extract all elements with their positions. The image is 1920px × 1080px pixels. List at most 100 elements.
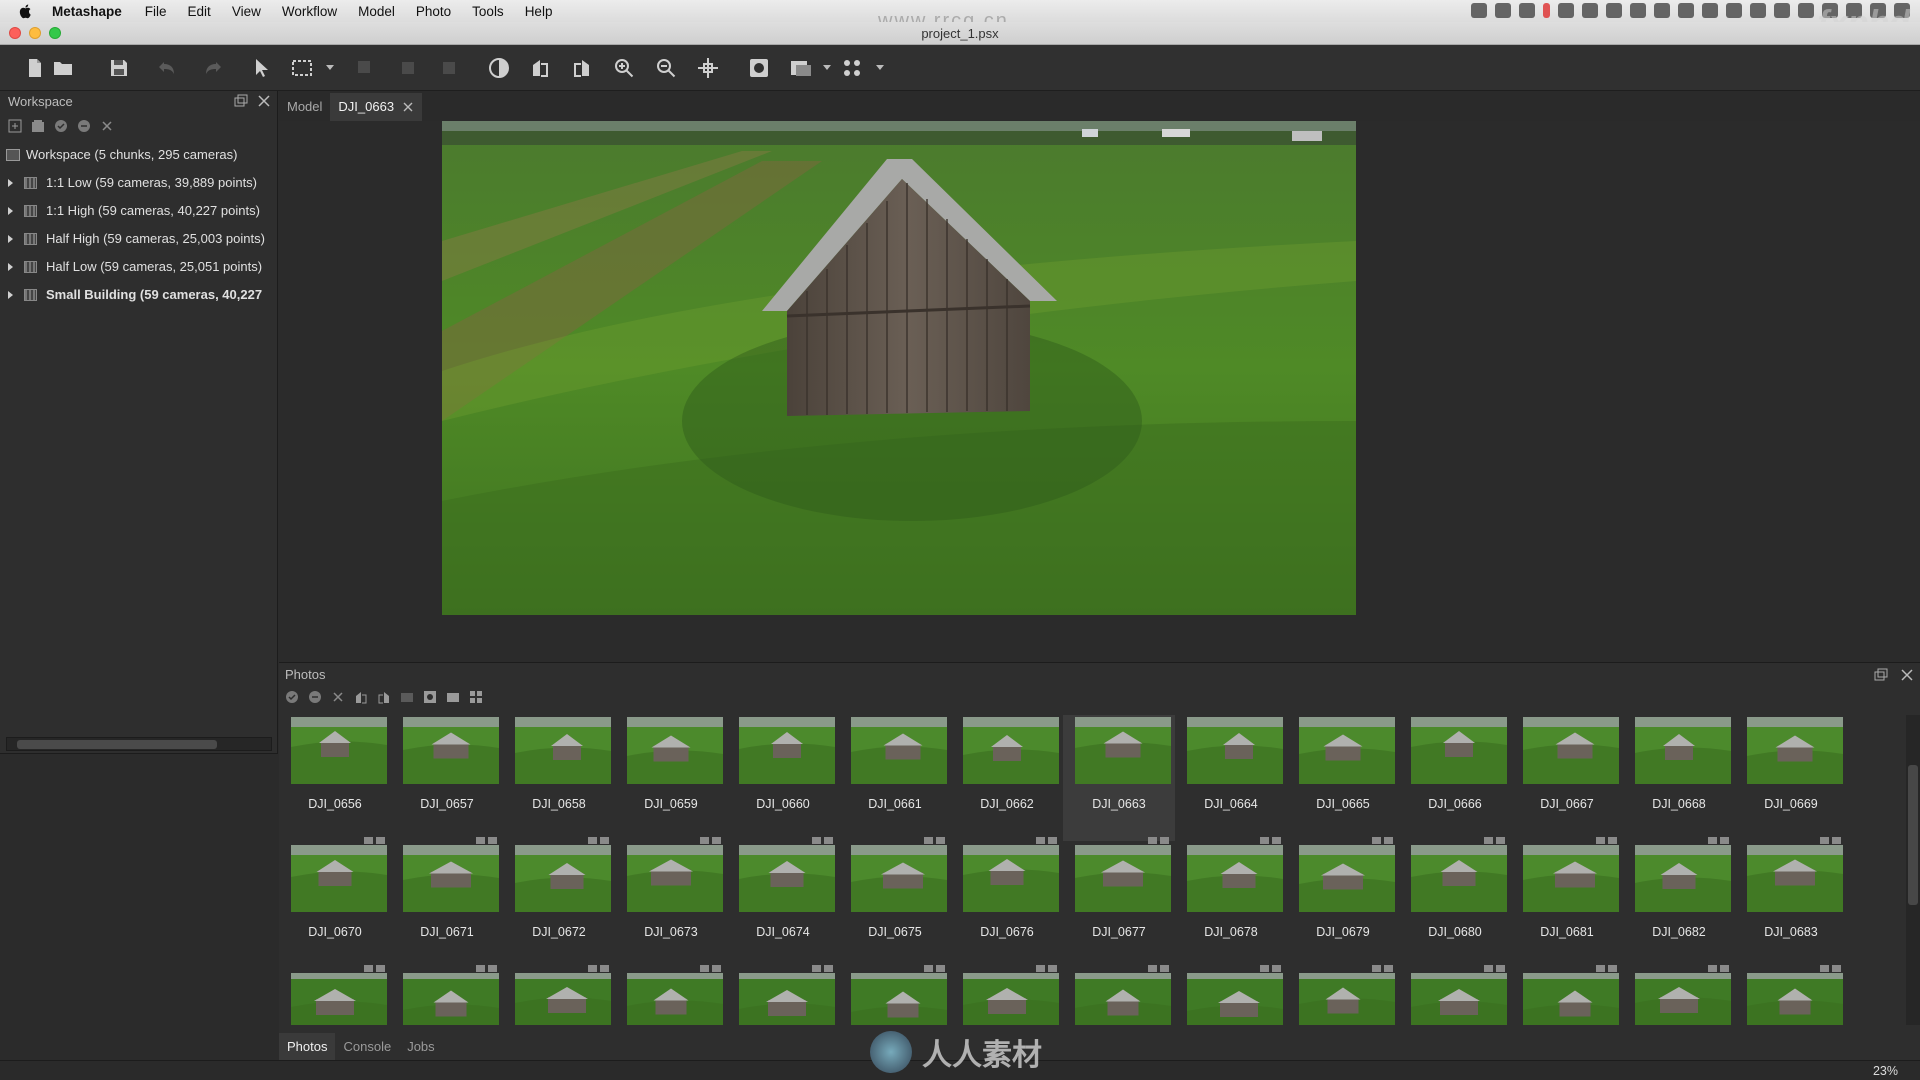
photo-thumbnail[interactable]: DJI_0658 bbox=[503, 715, 615, 841]
save-icon[interactable] bbox=[104, 53, 134, 83]
tree-chunk[interactable]: 1:1 High (59 cameras, 40,227 points) bbox=[0, 197, 277, 225]
photo-thumbnail[interactable] bbox=[1063, 965, 1175, 1025]
menu-file[interactable]: File bbox=[145, 4, 167, 19]
menu-help[interactable]: Help bbox=[525, 4, 553, 19]
menu-view[interactable]: View bbox=[232, 4, 261, 19]
zoom-out-icon[interactable] bbox=[651, 53, 681, 83]
show-points-icon[interactable] bbox=[838, 53, 868, 83]
photo-thumbnail[interactable] bbox=[503, 965, 615, 1025]
photo-viewer[interactable] bbox=[279, 121, 1920, 662]
photo-thumbnail[interactable]: DJI_0681 bbox=[1511, 837, 1623, 969]
disable-icon[interactable] bbox=[77, 119, 91, 133]
scale-object-icon[interactable] bbox=[434, 53, 464, 83]
cloud-icon[interactable] bbox=[1702, 3, 1718, 18]
photo-thumbnail[interactable]: DJI_0673 bbox=[615, 837, 727, 969]
photos-vertical-scrollbar[interactable] bbox=[1906, 715, 1920, 1025]
tab-photos[interactable]: Photos bbox=[279, 1033, 336, 1061]
dropbox-icon[interactable] bbox=[1495, 3, 1511, 18]
photo-thumbnail[interactable]: DJI_0667 bbox=[1511, 715, 1623, 841]
photo-thumbnail[interactable] bbox=[951, 965, 1063, 1025]
vpn-icon[interactable] bbox=[1726, 3, 1742, 18]
photo-thumbnail[interactable]: DJI_0659 bbox=[615, 715, 727, 841]
photo-thumbnail[interactable]: DJI_0679 bbox=[1287, 837, 1399, 969]
show-masks-icon[interactable] bbox=[744, 53, 774, 83]
disable-icon[interactable] bbox=[308, 690, 322, 704]
tab-photo-dji-0663[interactable]: DJI_0663 bbox=[330, 93, 423, 121]
photo-thumbnail[interactable] bbox=[839, 965, 951, 1025]
close-icon[interactable] bbox=[257, 94, 271, 108]
scrollbar-thumb[interactable] bbox=[1908, 765, 1918, 905]
tree-chunk-active[interactable]: Small Building (59 cameras, 40,227 bbox=[0, 281, 277, 309]
photo-thumbnail[interactable]: DJI_0657 bbox=[391, 715, 503, 841]
navigation-arrow-icon[interactable] bbox=[247, 53, 277, 83]
menu-workflow[interactable]: Workflow bbox=[282, 4, 337, 19]
menu-edit[interactable]: Edit bbox=[188, 4, 211, 19]
photo-thumbnail[interactable]: DJI_0663 bbox=[1063, 715, 1175, 841]
undock-icon[interactable] bbox=[1874, 668, 1888, 682]
menu-app-name[interactable]: Metashape bbox=[52, 4, 122, 19]
expand-arrow-icon[interactable] bbox=[8, 235, 13, 243]
photo-thumbnail[interactable]: DJI_0676 bbox=[951, 837, 1063, 969]
wifi-icon[interactable] bbox=[1798, 3, 1814, 18]
photo-thumbnail[interactable] bbox=[1735, 965, 1847, 1025]
photo-thumbnail[interactable]: DJI_0674 bbox=[727, 837, 839, 969]
photo-thumbnail[interactable]: DJI_0671 bbox=[391, 837, 503, 969]
photo-thumbnail[interactable]: DJI_0660 bbox=[727, 715, 839, 841]
menu-photo[interactable]: Photo bbox=[416, 4, 451, 19]
zoom-in-icon[interactable] bbox=[609, 53, 639, 83]
workspace-horizontal-scrollbar[interactable] bbox=[6, 737, 272, 751]
pause-icon[interactable] bbox=[1543, 3, 1550, 18]
tree-chunk[interactable]: Half Low (59 cameras, 25,051 points) bbox=[0, 253, 277, 281]
add-chunk-icon[interactable] bbox=[8, 119, 22, 133]
wifi-tool-icon[interactable] bbox=[1582, 3, 1598, 18]
photo-thumbnail[interactable] bbox=[279, 965, 391, 1025]
photo-thumbnail[interactable]: DJI_0680 bbox=[1399, 837, 1511, 969]
expand-arrow-icon[interactable] bbox=[8, 179, 13, 187]
sync-icon[interactable] bbox=[1519, 3, 1535, 18]
rotate-left-icon[interactable] bbox=[525, 53, 555, 83]
menu-model[interactable]: Model bbox=[358, 4, 395, 19]
app-store-icon[interactable] bbox=[1606, 3, 1622, 18]
photo-thumbnail[interactable] bbox=[391, 965, 503, 1025]
expand-arrow-icon[interactable] bbox=[8, 263, 13, 271]
shading-mode-icon[interactable] bbox=[786, 53, 816, 83]
enable-icon[interactable] bbox=[54, 119, 68, 133]
expand-arrow-icon[interactable] bbox=[8, 207, 13, 215]
photo-thumbnail[interactable]: DJI_0670 bbox=[279, 837, 391, 969]
apple-menu-icon[interactable] bbox=[18, 3, 34, 19]
rotate-right-icon[interactable] bbox=[377, 690, 391, 704]
photo-thumbnail[interactable]: DJI_0683 bbox=[1735, 837, 1847, 969]
expand-arrow-icon[interactable] bbox=[8, 291, 13, 299]
enable-icon[interactable] bbox=[285, 690, 299, 704]
photo-thumbnail[interactable]: DJI_0662 bbox=[951, 715, 1063, 841]
photo-thumbnail[interactable] bbox=[1287, 965, 1399, 1025]
view-mode-icon[interactable] bbox=[469, 690, 483, 704]
show-info-icon[interactable] bbox=[446, 690, 460, 704]
undock-icon[interactable] bbox=[234, 94, 248, 108]
photo-thumbnail[interactable]: DJI_0661 bbox=[839, 715, 951, 841]
photo-thumbnail[interactable]: DJI_0677 bbox=[1063, 837, 1175, 969]
rotate-left-icon[interactable] bbox=[354, 690, 368, 704]
photo-thumbnail[interactable]: DJI_0665 bbox=[1287, 715, 1399, 841]
photo-thumbnail[interactable]: DJI_0666 bbox=[1399, 715, 1511, 841]
reset-view-icon[interactable] bbox=[693, 53, 723, 83]
photo-thumbnail[interactable] bbox=[727, 965, 839, 1025]
photo-thumbnail[interactable]: DJI_0669 bbox=[1735, 715, 1847, 841]
photo-thumbnail[interactable]: DJI_0664 bbox=[1175, 715, 1287, 841]
redo-icon[interactable] bbox=[197, 53, 227, 83]
tab-model[interactable]: Model bbox=[279, 93, 330, 121]
open-folder-icon[interactable] bbox=[48, 53, 78, 83]
tree-chunk[interactable]: Half High (59 cameras, 25,003 points) bbox=[0, 225, 277, 253]
tab-console[interactable]: Console bbox=[335, 1033, 399, 1061]
mask-import-icon[interactable] bbox=[400, 690, 414, 704]
photo-thumbnail[interactable]: DJI_0682 bbox=[1623, 837, 1735, 969]
move-object-icon[interactable] bbox=[350, 53, 380, 83]
rectangle-selection-icon[interactable] bbox=[287, 53, 317, 83]
screen-capture-icon[interactable] bbox=[1471, 3, 1487, 18]
tree-root-workspace[interactable]: Workspace (5 chunks, 295 cameras) bbox=[0, 141, 277, 169]
new-document-icon[interactable] bbox=[20, 53, 50, 83]
airplay-icon[interactable] bbox=[1774, 3, 1790, 18]
close-icon[interactable] bbox=[1900, 668, 1914, 682]
battery-icon[interactable] bbox=[1678, 3, 1694, 18]
photo-thumbnail[interactable] bbox=[1399, 965, 1511, 1025]
